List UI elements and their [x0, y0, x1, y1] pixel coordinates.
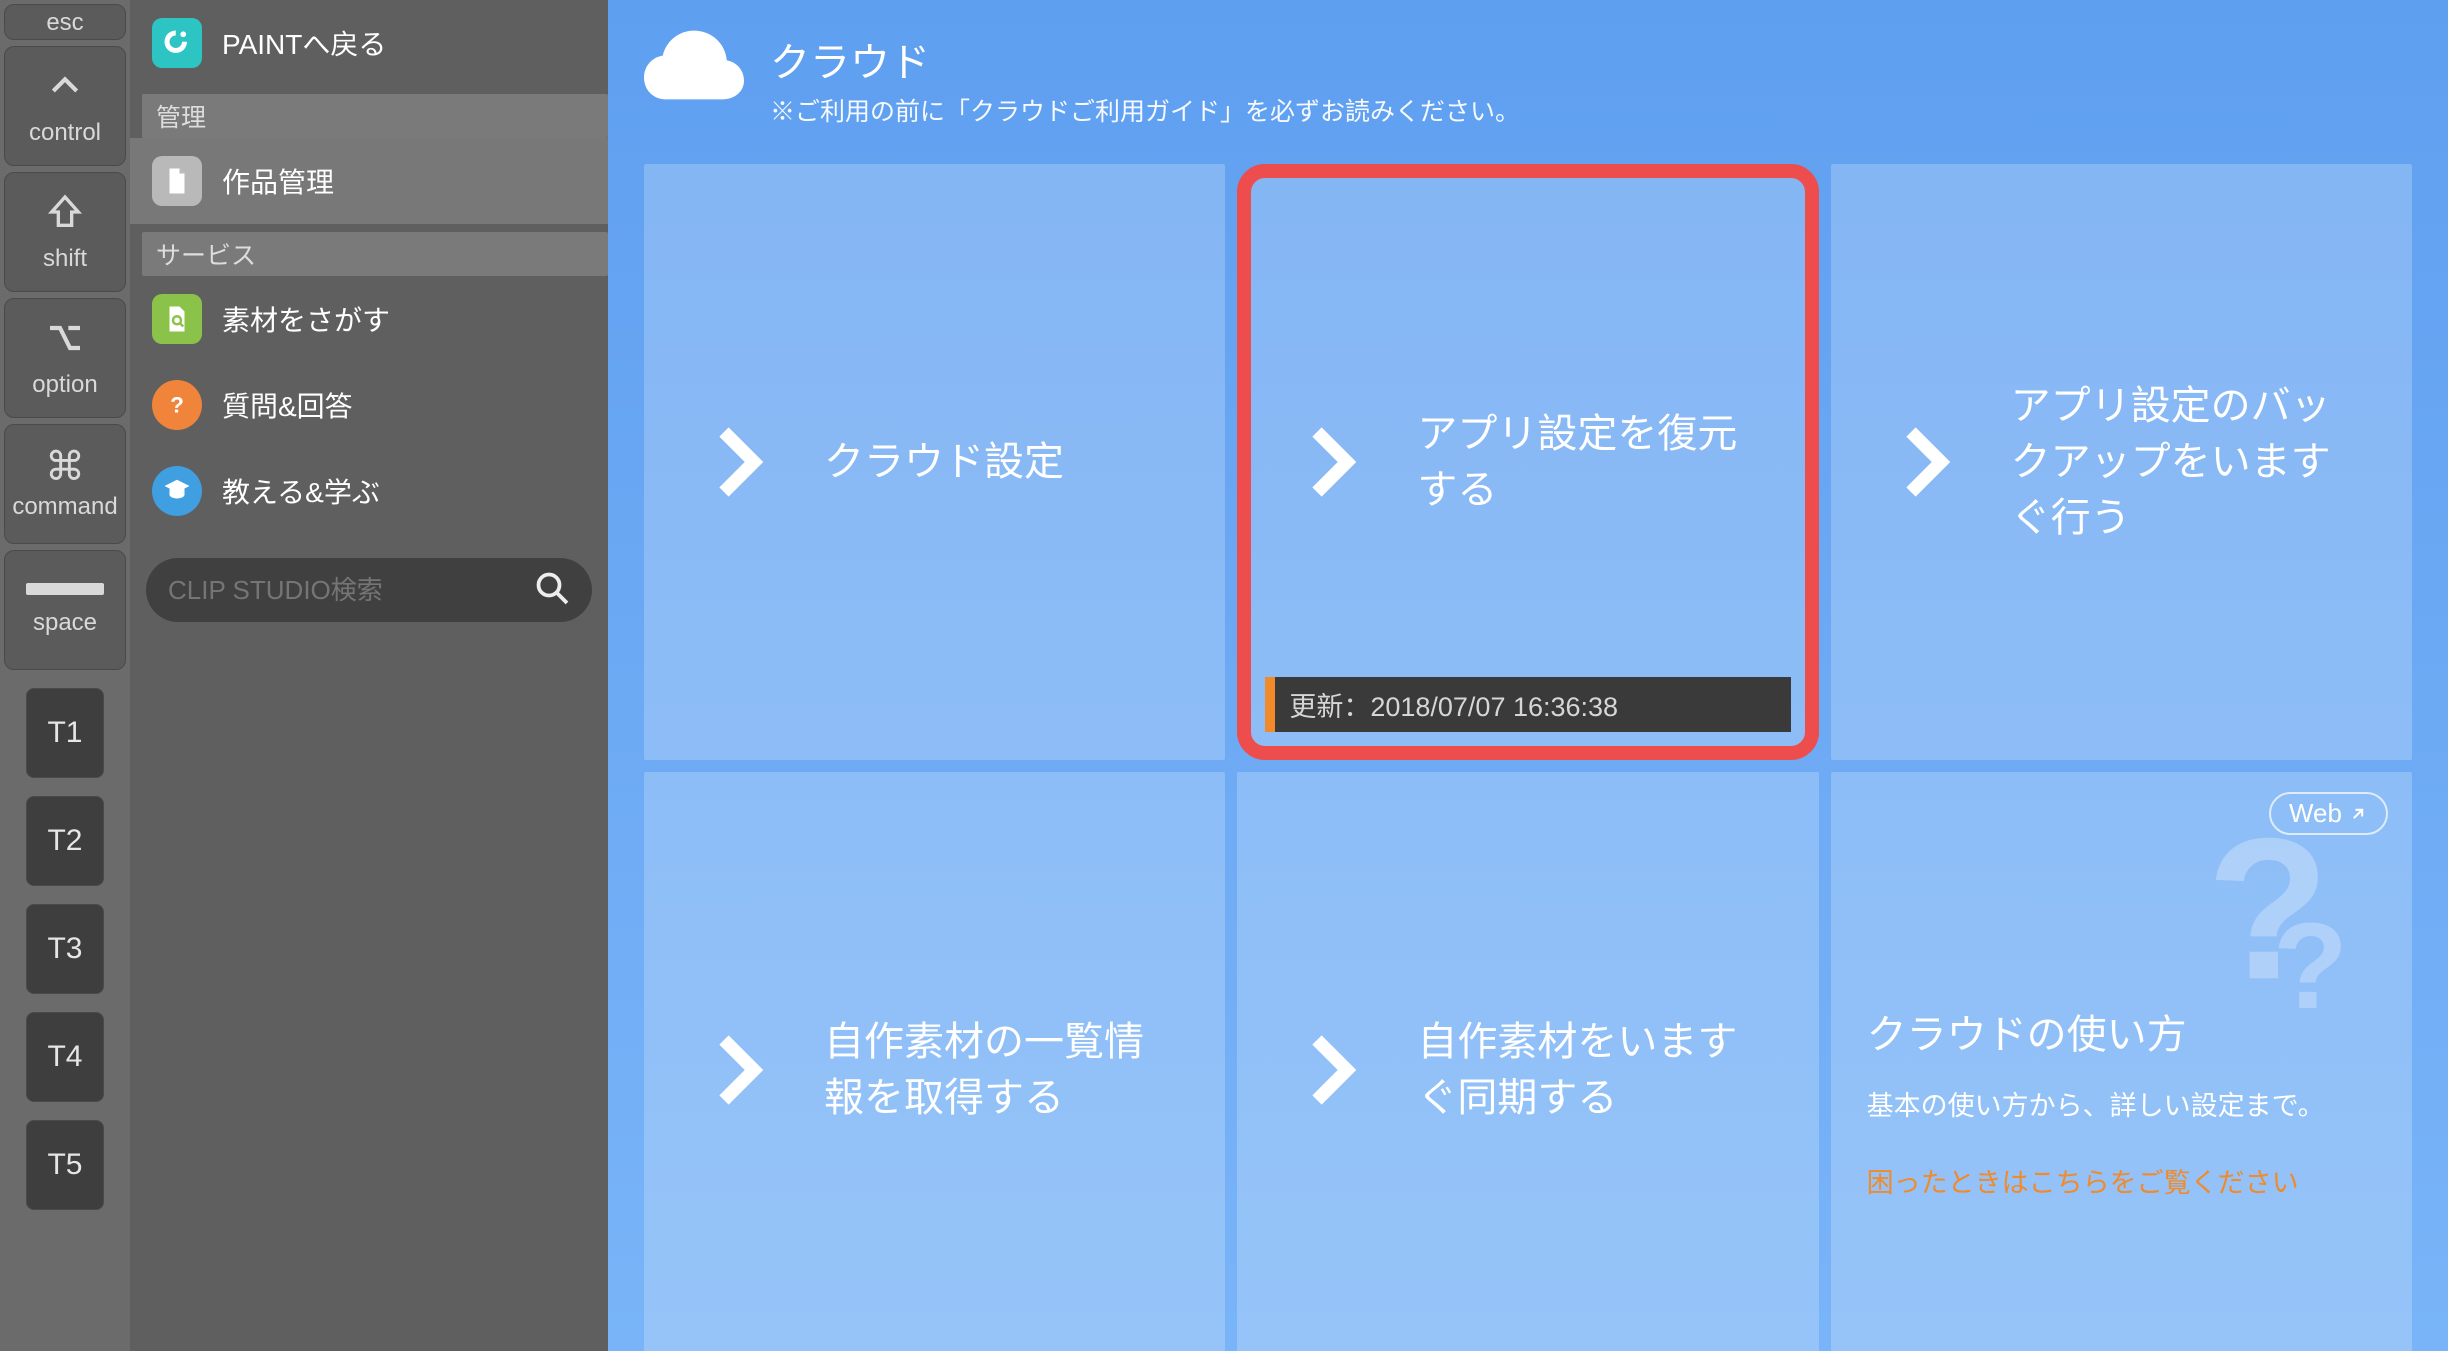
sidebar-item-paint-back[interactable]: PAINTへ戻る — [130, 0, 608, 86]
chevron-right-icon — [1287, 1025, 1377, 1115]
chevron-right-icon — [694, 417, 784, 507]
tile-cloud-help[interactable]: Web ?? クラウドの使い方 基本の使い方から、詳しい設定まで。 困ったときは… — [1831, 772, 2412, 1351]
info-line-highlight: 困ったときはこちらをご覧ください — [1867, 1161, 2376, 1200]
tile-restore-app-settings[interactable]: アプリ設定を復元する 更新：2018/07/07 16:36:38 — [1237, 164, 1818, 760]
tile-backup-now[interactable]: アプリ設定のバックアップをいますぐ行う — [1831, 164, 2412, 760]
chevron-right-icon — [1881, 417, 1971, 507]
main-content: クラウド ※ご利用の前に「クラウドご利用ガイド」を必ずお読みください。 クラウド… — [608, 0, 2448, 1351]
search-icon — [534, 570, 570, 611]
sidebar-item-find-materials[interactable]: 素材をさがす — [130, 276, 608, 362]
search-input[interactable] — [168, 575, 534, 606]
document-icon — [152, 156, 202, 206]
key-space[interactable]: space — [4, 550, 126, 670]
key-t2[interactable]: T2 — [26, 796, 104, 886]
key-t5[interactable]: T5 — [26, 1120, 104, 1210]
page-title: クラウド — [770, 30, 1520, 88]
question-icon: ? — [152, 380, 202, 430]
sidebar: PAINTへ戻る 管理 作品管理 サービス 素材をさがす ? 質問&回答 教える… — [130, 0, 608, 1351]
key-control[interactable]: control — [4, 46, 126, 166]
tile-label: アプリ設定を復元する — [1417, 406, 1768, 518]
search-doc-icon — [152, 294, 202, 344]
sidebar-item-work-manage[interactable]: 作品管理 — [130, 138, 608, 224]
sidebar-item-teach-learn[interactable]: 教える&学ぶ — [130, 448, 608, 534]
key-t3[interactable]: T3 — [26, 904, 104, 994]
tile-label: 自作素材の一覧情報を取得する — [824, 1014, 1175, 1126]
key-command[interactable]: ⌘ command — [4, 424, 126, 544]
sidebar-item-label: 作品管理 — [222, 161, 334, 201]
info-line: 基本の使い方から、詳しい設定まで。 — [1867, 1084, 2376, 1123]
svg-text:?: ? — [170, 393, 184, 418]
tile-label: クラウド設定 — [824, 434, 1064, 490]
page-subtitle: ※ご利用の前に「クラウドご利用ガイド」を必ずお読みください。 — [770, 92, 1520, 128]
space-bar-icon — [26, 583, 104, 595]
sidebar-section-manage: 管理 — [142, 94, 608, 138]
cloud-icon — [644, 30, 744, 105]
sidebar-section-service: サービス — [142, 232, 608, 276]
page-header: クラウド ※ご利用の前に「クラウドご利用ガイド」を必ずお読みください。 — [644, 30, 2412, 128]
svg-text:?: ? — [2273, 897, 2342, 1022]
tile-label: 自作素材をいますぐ同期する — [1417, 1014, 1768, 1126]
key-t1[interactable]: T1 — [26, 688, 104, 778]
chevron-right-icon — [1287, 417, 1377, 507]
sidebar-item-label: PAINTへ戻る — [222, 23, 386, 63]
tile-update-timestamp: 更新：2018/07/07 16:36:38 — [1265, 677, 1790, 732]
sidebar-item-qa[interactable]: ? 質問&回答 — [130, 362, 608, 448]
modifier-key-column: esc control shift option ⌘ command space… — [0, 0, 130, 1351]
key-esc[interactable]: esc — [4, 4, 126, 40]
command-icon: ⌘ — [45, 447, 85, 487]
chevron-right-icon — [694, 1025, 784, 1115]
tile-cloud-settings[interactable]: クラウド設定 — [644, 164, 1225, 760]
graduation-cap-icon — [152, 466, 202, 516]
shift-arrow-icon — [45, 192, 85, 239]
paint-app-icon — [152, 18, 202, 68]
chevron-up-icon — [45, 66, 85, 113]
tile-grid: クラウド設定 アプリ設定を復元する 更新：2018/07/07 16:36:38… — [644, 164, 2412, 1351]
sidebar-item-label: 素材をさがす — [222, 299, 390, 339]
search-bar[interactable] — [146, 558, 592, 622]
tile-label: アプリ設定のバックアップをいますぐ行う — [2011, 378, 2362, 546]
option-icon — [45, 318, 85, 365]
key-option[interactable]: option — [4, 298, 126, 418]
sidebar-item-label: 質問&回答 — [222, 385, 353, 425]
external-link-icon — [2348, 804, 2368, 824]
question-mark-icon: ?? — [2162, 812, 2342, 1027]
key-shift[interactable]: shift — [4, 172, 126, 292]
sidebar-item-label: 教える&学ぶ — [222, 471, 380, 511]
tile-material-list[interactable]: 自作素材の一覧情報を取得する — [644, 772, 1225, 1351]
tile-sync-materials[interactable]: 自作素材をいますぐ同期する — [1237, 772, 1818, 1351]
key-t4[interactable]: T4 — [26, 1012, 104, 1102]
